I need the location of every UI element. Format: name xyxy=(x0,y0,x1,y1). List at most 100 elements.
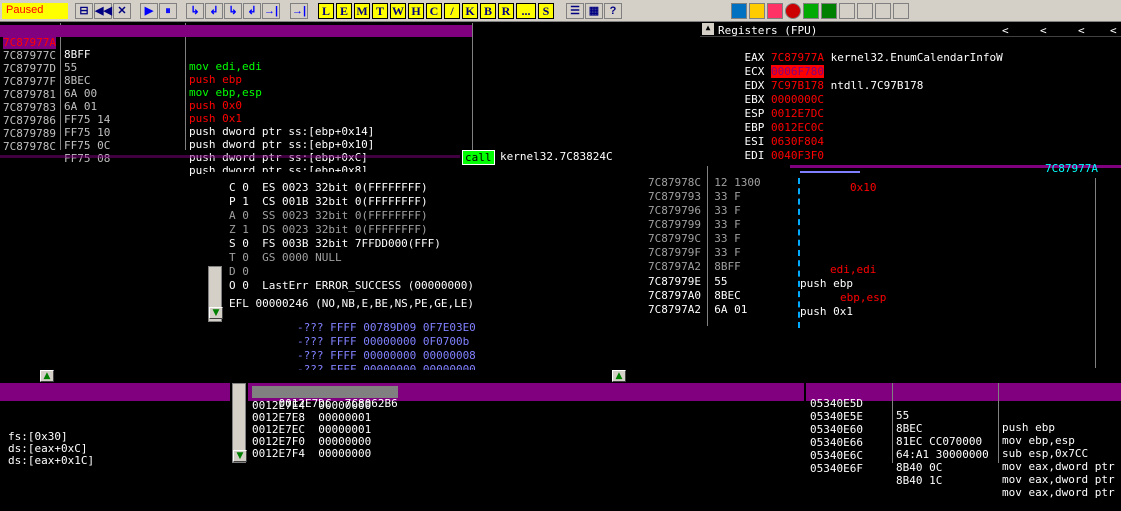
call-tooltip: call kernel32.7C83824C xyxy=(462,149,622,165)
list-icon[interactable]: ☰ xyxy=(566,3,584,19)
scroll-down-icon[interactable]: ▼ xyxy=(209,307,223,319)
reg-nav-prev-icon[interactable]: < xyxy=(1040,24,1047,37)
stack-row: 0012E7F4 00000000 xyxy=(252,447,372,460)
window-breakpoints-button[interactable]: B xyxy=(480,3,496,19)
window-callstack-button[interactable]: K xyxy=(462,3,478,19)
register-row[interactable]: EDX 7C97B178 ntdll.7C97B178 xyxy=(718,68,924,92)
plugin-3-icon[interactable] xyxy=(767,3,783,19)
window-windows-button[interactable]: W xyxy=(390,3,406,19)
mini-row: 7C87979E 55 xyxy=(648,275,728,288)
disasm-row[interactable]: 7C879783 FF75 14 push dword ptr ss:[ebp+… xyxy=(0,90,472,138)
window-patches-button[interactable]: / xyxy=(444,3,460,19)
fpu-row[interactable]: -??? FFFF 00000000 0F0700b xyxy=(297,336,469,348)
flag-row[interactable]: T 0 GS 0000 NULL xyxy=(229,252,342,264)
disasm-row[interactable]: 7C879781 6A 01 push 0x1 xyxy=(0,77,472,125)
flag-row[interactable]: EFL 00000246 (NO,NB,E,BE,NS,PE,GE,LE) xyxy=(229,298,474,310)
flags-pane[interactable]: C 0 ES 0023 32bit 0(FFFFFFFF) P 1 CS 001… xyxy=(205,172,635,376)
flag-row[interactable]: P 1 CS 001B 32bit 0(FFFFFFFF) xyxy=(229,196,428,208)
reg-nav-prev-icon[interactable]: < xyxy=(1078,24,1085,37)
help-icon[interactable]: ? xyxy=(604,3,622,19)
mini-disasm-pane[interactable]: 7C87978C 12 1300 7C879793 33 F 7C879796 … xyxy=(640,166,790,326)
disasm-row[interactable]: 7C87977D 8BEC mov ebp,esp xyxy=(0,51,472,99)
window-log-button[interactable]: L xyxy=(318,3,334,19)
disasm2-pane[interactable]: 05340E5D 55 push ebp 05340E5E 8BEC mov e… xyxy=(806,383,1121,499)
mini-row: 7C879799 33 F xyxy=(648,218,741,231)
window-threads-button[interactable]: T xyxy=(372,3,388,19)
flag-row[interactable]: C 0 ES 0023 32bit 0(FFFFFFFF) xyxy=(229,182,428,194)
stack-pane[interactable]: ▼ 0012E7DC 7C8062B6 0012E7E4 00000000 00… xyxy=(232,383,804,463)
register-row[interactable]: EAX 7C87977A kernel32.EnumCalendarInfoW xyxy=(718,40,1003,64)
goto-icon[interactable]: →| xyxy=(290,3,308,19)
flow-pane[interactable]: 7C87977A 0x10 edi,edi push ebp ebp,esp p… xyxy=(795,163,1121,368)
register-row[interactable]: EDI 0040F3F0 xyxy=(718,138,824,162)
window-handles-button[interactable]: H xyxy=(408,3,424,19)
window-runtrace-button[interactable]: ... xyxy=(516,3,536,19)
grid-icon[interactable]: ▦ xyxy=(585,3,603,19)
plugin-10-icon[interactable] xyxy=(893,3,909,19)
toolbar: Paused ⊟ ◀◀ ✕ ▶ ⏸ ↳ ↲ ↳ ↲ →| →| L E M T … xyxy=(0,0,1121,22)
flag-row[interactable]: D 0 xyxy=(229,266,249,278)
plugin-4-icon[interactable] xyxy=(785,3,801,19)
flow-header: 7C87977A xyxy=(1045,162,1098,175)
mini-row: 7C8797A2 8BFF xyxy=(648,260,741,273)
fpu-row[interactable]: -??? FFFF 00000000 00000008 xyxy=(297,350,476,362)
window-references-button[interactable]: R xyxy=(498,3,514,19)
disasm-row[interactable]: 7C87978C FF75 08 push dword ptr ss:[ebp+… xyxy=(0,129,472,177)
trace-over-icon[interactable]: ↲ xyxy=(243,3,261,19)
fpu-row[interactable]: -??? FFFF 00789D09 0F7E03E0 xyxy=(297,322,476,334)
dump-pane[interactable]: fs:[0x30] ds:[eax+0xC] ds:[eax+0x1C] xyxy=(0,383,230,467)
flags-scrollbar[interactable]: ▼ xyxy=(208,266,223,322)
disasm-row[interactable]: 7C87977A 8BFF mov edi,edi xyxy=(0,25,472,73)
register-row[interactable]: ECX 0006F780 xyxy=(718,54,824,78)
step-over-icon[interactable]: ↲ xyxy=(205,3,223,19)
scroll-down-icon[interactable]: ▼ xyxy=(233,450,247,462)
execute-till-return-icon[interactable]: →| xyxy=(262,3,280,19)
scroll-up-icon[interactable]: ▲ xyxy=(40,370,54,382)
registers-title: Registers (FPU) xyxy=(718,24,818,37)
open-icon[interactable]: ⊟ xyxy=(75,3,93,19)
trace-into-icon[interactable]: ↳ xyxy=(224,3,242,19)
reg-nav-prev-icon[interactable]: < xyxy=(1110,24,1117,37)
registers-pane[interactable]: ▲ Registers (FPU) < < < < EAX 7C87977A k… xyxy=(700,23,1121,162)
register-row[interactable]: EBX 0000000C xyxy=(718,82,824,106)
flag-row[interactable]: O 0 LastErr ERROR_SUCCESS (00000000) xyxy=(229,280,474,292)
pause-icon[interactable]: ⏸ xyxy=(159,3,177,19)
register-row[interactable]: EBP 0012EC0C xyxy=(718,110,824,134)
flag-row[interactable]: A 0 SS 0023 32bit 0(FFFFFFFF) xyxy=(229,210,428,222)
run-icon[interactable]: ▶ xyxy=(140,3,158,19)
restart-icon[interactable]: ◀◀ xyxy=(94,3,112,19)
window-modules-button[interactable]: E xyxy=(336,3,352,19)
disasm-row[interactable]: 7C87977F 6A 00 push 0x0 xyxy=(0,64,472,112)
register-row[interactable]: ESI 0630F804 xyxy=(718,124,824,148)
plugin-6-icon[interactable] xyxy=(821,3,837,19)
scroll-up-icon[interactable]: ▲ xyxy=(612,370,626,382)
window-source-button[interactable]: S xyxy=(538,3,554,19)
plugin-1-icon[interactable] xyxy=(731,3,747,19)
plugin-2-icon[interactable] xyxy=(749,3,765,19)
step-into-icon[interactable]: ↳ xyxy=(186,3,204,19)
scroll-up-icon[interactable]: ▲ xyxy=(702,23,714,35)
call-target: kernel32.7C83824C xyxy=(500,150,613,163)
plugin-5-icon[interactable] xyxy=(803,3,819,19)
plugin-8-icon[interactable] xyxy=(857,3,873,19)
disasm2-row: 05340E6F 8B40 1C mov eax,dword ptr xyxy=(810,462,1115,499)
mini-row: 7C879793 33 F xyxy=(648,190,741,203)
reg-nav-prev-icon[interactable]: < xyxy=(1002,24,1009,37)
flag-row[interactable]: S 0 FS 003B 32bit 7FFDD000(FFF) xyxy=(229,238,441,250)
disasm-row[interactable]: 7C87977C 55 push ebp xyxy=(0,38,472,86)
flag-row[interactable]: Z 1 DS 0023 32bit 0(FFFFFFFF) xyxy=(229,224,428,236)
mini-row: 7C8797A0 8BEC xyxy=(648,289,741,302)
stack-scrollbar[interactable]: ▼ xyxy=(232,383,247,463)
plugin-7-icon[interactable] xyxy=(839,3,855,19)
close-icon[interactable]: ✕ xyxy=(113,3,131,19)
disasm2-row: 05340E5E 8BEC mov ebp,esp xyxy=(810,410,1075,447)
disasm-row[interactable]: 7C879786 FF75 10 push dword ptr ss:[ebp+… xyxy=(0,103,472,151)
window-cpu-button[interactable]: C xyxy=(426,3,442,19)
window-memory-button[interactable]: M xyxy=(354,3,370,19)
mini-row: 7C879796 33 F xyxy=(648,204,741,217)
dump-row[interactable]: ds:[eax+0x1C] xyxy=(8,455,94,467)
register-row[interactable]: ESP 0012E7DC xyxy=(718,96,824,120)
plugin-9-icon[interactable] xyxy=(875,3,891,19)
disasm-row[interactable]: 7C879789 FF75 0C push dword ptr ss:[ebp+… xyxy=(0,116,472,164)
disassembly-pane[interactable]: 7C87977A 8BFF mov edi,edi 7C87977C 55 pu… xyxy=(0,23,698,177)
